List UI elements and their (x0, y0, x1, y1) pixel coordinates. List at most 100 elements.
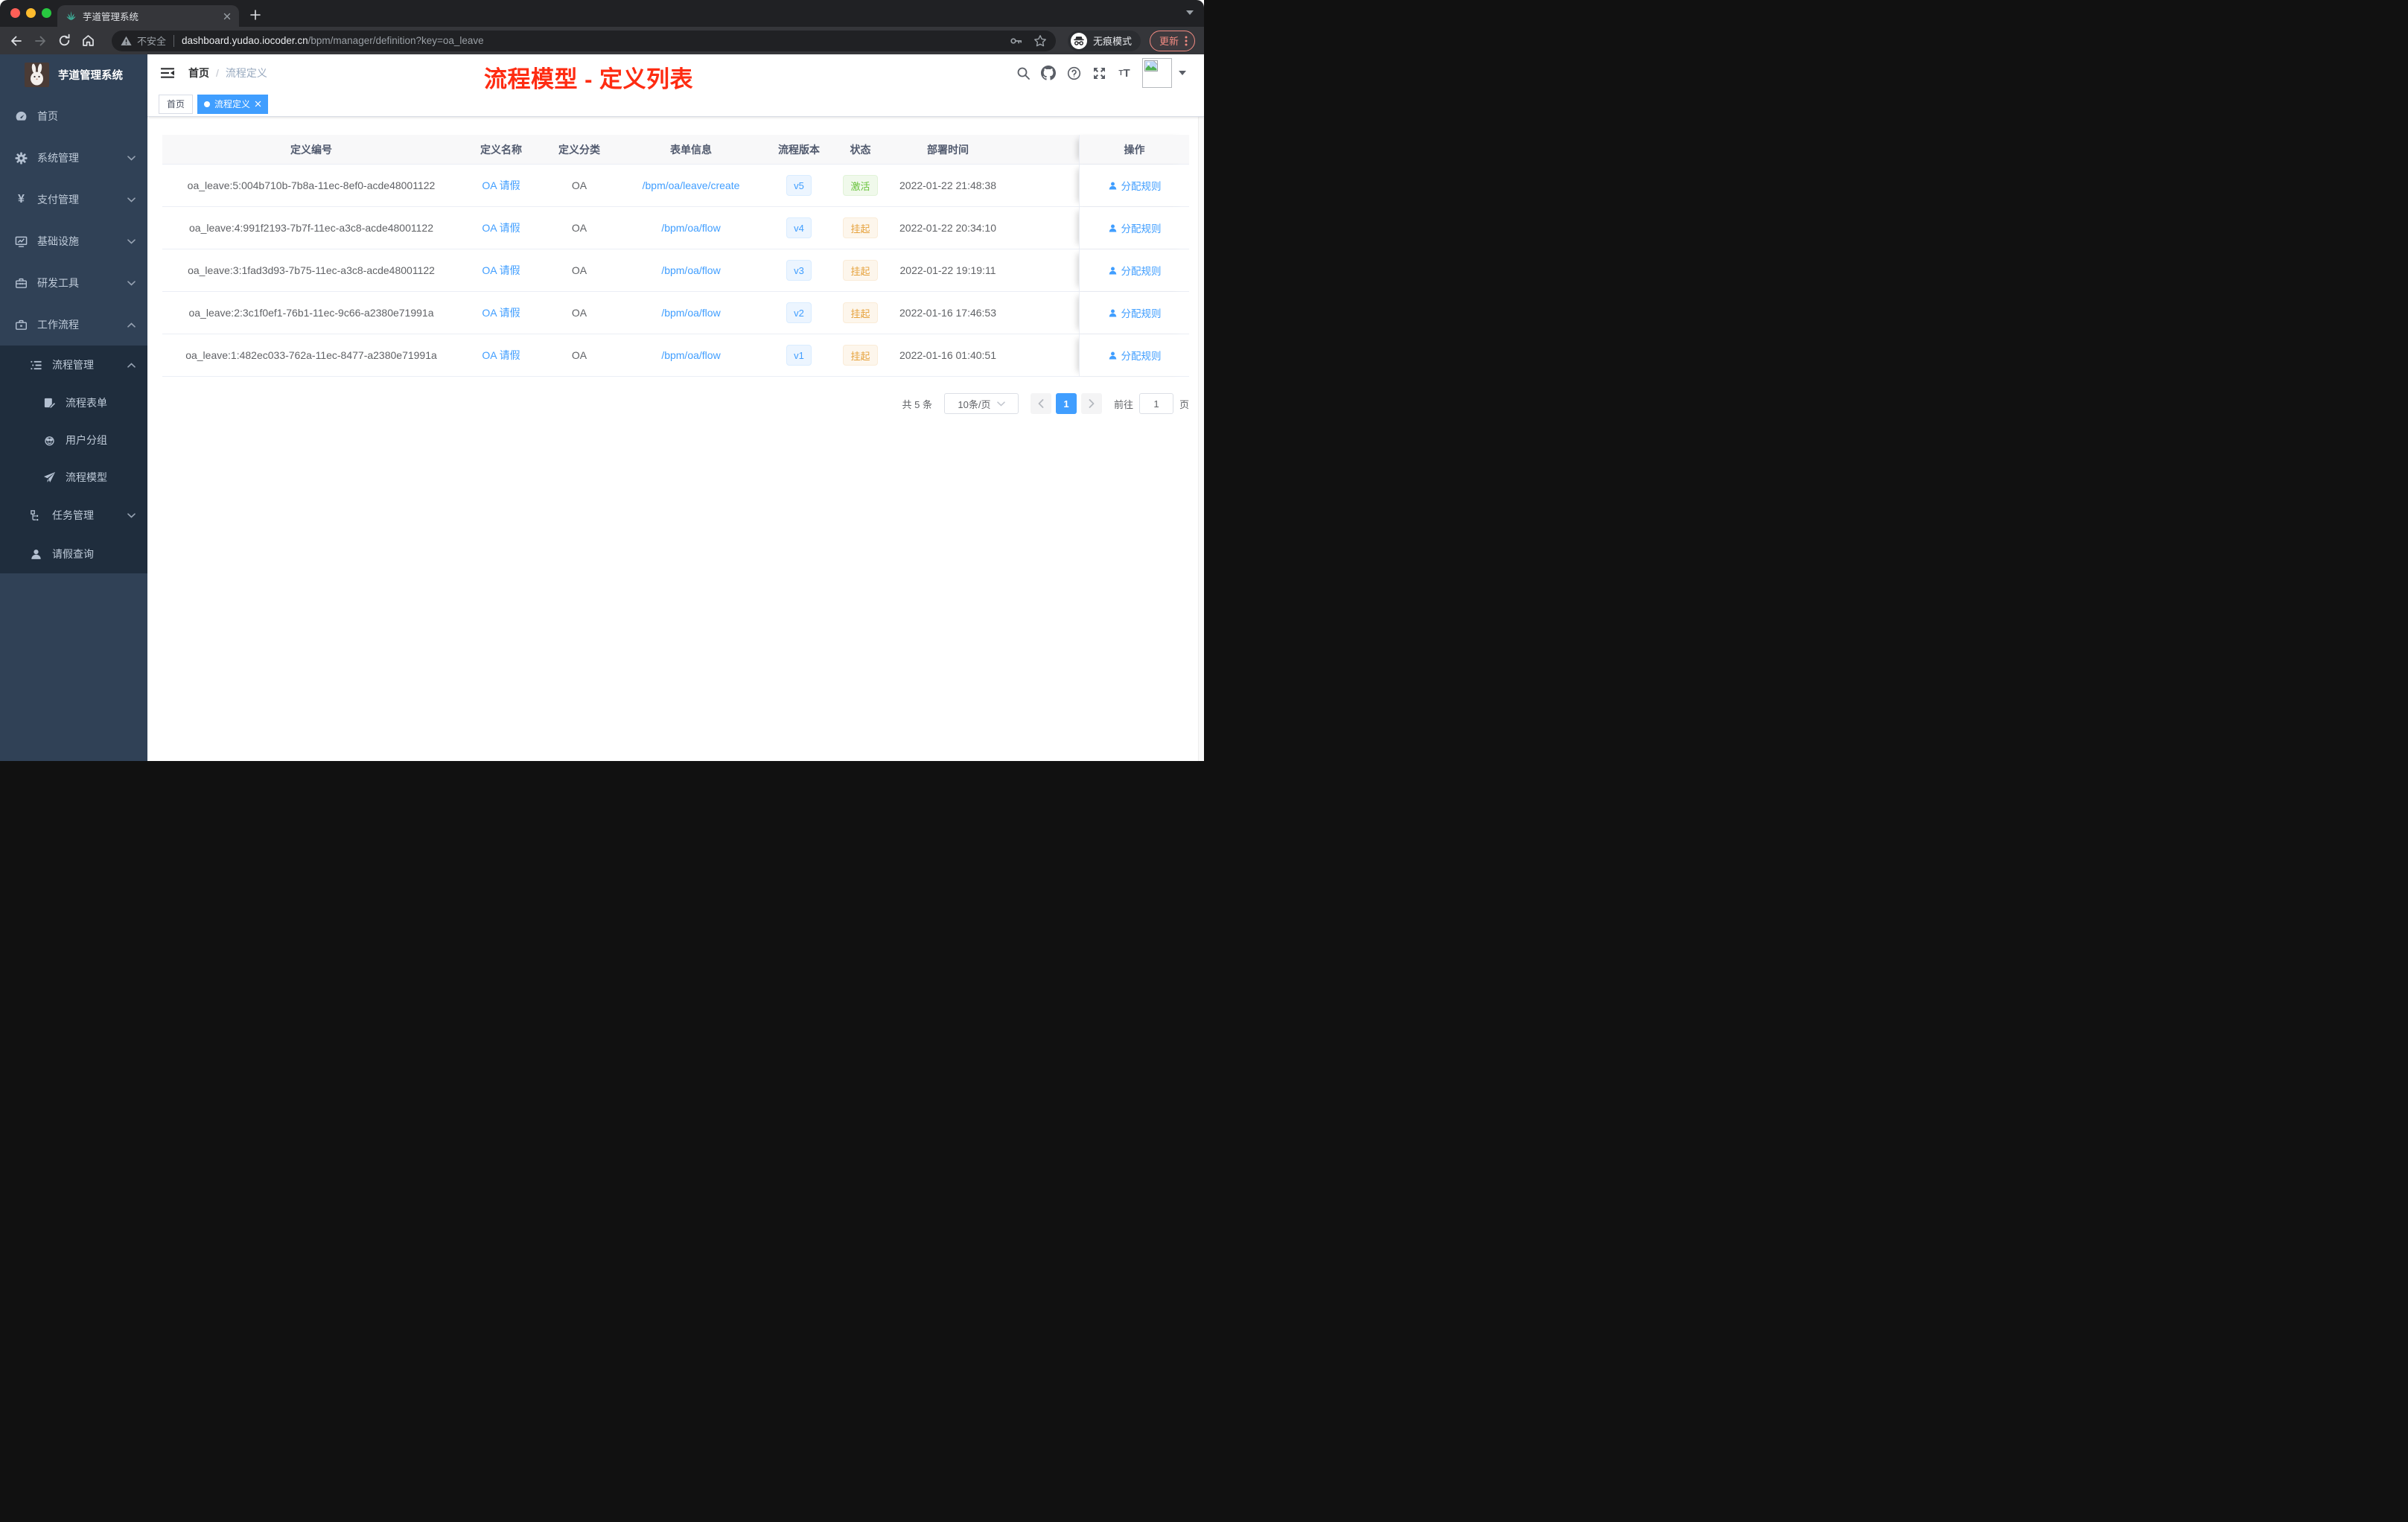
cell-deploy-time: 2022-01-22 21:48:38 (899, 179, 996, 191)
cell-deploy-time: 2022-01-22 20:34:10 (899, 222, 996, 234)
password-key-icon[interactable] (1010, 34, 1023, 48)
cell-deploy-time: 2022-01-16 01:40:51 (899, 349, 996, 361)
sidebar-item-工作流程[interactable]: 工作流程 (0, 304, 147, 346)
assign-rule-button[interactable]: 分配规则 (1108, 348, 1162, 363)
sidebar-item-基础设施[interactable]: 基础设施 (0, 220, 147, 262)
bookmark-star-icon[interactable] (1033, 34, 1047, 48)
not-secure-label[interactable]: 不安全 (137, 34, 166, 48)
sidebar-item-流程模型[interactable]: 流程模型 (0, 459, 147, 496)
forward-button[interactable] (28, 30, 52, 52)
page-scrollbar[interactable] (1198, 54, 1204, 761)
sidebar-collapse-icon[interactable] (159, 64, 176, 82)
tag-home[interactable]: 首页 (159, 94, 194, 114)
assign-rule-button[interactable]: 分配规则 (1108, 263, 1162, 278)
assign-rule-button[interactable]: 分配规则 (1108, 305, 1162, 320)
cell-category: OA (571, 264, 587, 276)
minimize-window-button[interactable] (26, 8, 36, 18)
cell-form-info: /bpm/oa/leave/create (617, 165, 765, 206)
sidebar-item-label: 请假查询 (52, 548, 94, 560)
cell-status: 激活 (832, 165, 888, 206)
maximize-window-button[interactable] (42, 8, 51, 18)
dashboard-icon (15, 109, 28, 123)
definition-name-link[interactable]: OA 请假 (482, 220, 520, 235)
avatar[interactable] (1142, 58, 1172, 88)
form-link[interactable]: /bpm/oa/flow (661, 307, 720, 319)
sidebar-item-label: 流程表单 (66, 397, 107, 409)
version-badge: v5 (786, 175, 812, 196)
definition-name-link[interactable]: OA 请假 (482, 305, 520, 320)
sidebar-item-label: 支付管理 (37, 194, 79, 206)
font-size-icon[interactable]: TT (1117, 67, 1132, 80)
sidebar-item-研发工具[interactable]: 研发工具 (0, 262, 147, 304)
sidebar-item-支付管理[interactable]: ¥ 支付管理 (0, 179, 147, 220)
cell-definition-id: oa_leave:3:1fad3d93-7b75-11ec-a3c8-acde4… (188, 264, 435, 276)
home-button[interactable] (76, 30, 100, 52)
goto-page-input[interactable] (1138, 393, 1173, 414)
sidebar-item-label: 流程模型 (66, 471, 107, 483)
tag-close-icon[interactable] (255, 101, 261, 107)
search-icon[interactable] (1016, 66, 1031, 80)
definition-name-link[interactable]: OA 请假 (482, 178, 520, 193)
tab-close-icon[interactable] (222, 11, 232, 22)
sidebar-item-系统管理[interactable]: 系统管理 (0, 137, 147, 179)
sidebar-item-用户分组[interactable]: 用户分组 (0, 421, 147, 459)
chevron-down-icon (127, 155, 136, 161)
cell-definition-name: OA 请假 (460, 292, 542, 334)
definition-name-link[interactable]: OA 请假 (482, 263, 520, 278)
sidebar-item-label: 工作流程 (37, 319, 79, 331)
breadcrumb: 首页 / 流程定义 (188, 66, 267, 80)
chrome-update-button[interactable]: 更新 (1149, 30, 1195, 51)
assign-rule-button[interactable]: 分配规则 (1108, 220, 1162, 235)
question-icon[interactable] (1066, 66, 1081, 80)
logo-image (25, 63, 49, 87)
table-header-row: 定义编号 定义名称 定义分类 表单信息 流程版本 状态 部署时间 操作 (162, 135, 1189, 165)
browser-tab-strip: 芋道管理系统 (0, 0, 1204, 27)
cell-actions: 分配规则 (1079, 249, 1189, 291)
tab-search-caret-icon[interactable] (1186, 10, 1194, 15)
cell-filler (1007, 165, 1079, 206)
close-window-button[interactable] (10, 8, 20, 18)
assign-rule-button[interactable]: 分配规则 (1108, 178, 1162, 193)
avatar-caret-down-icon[interactable] (1179, 71, 1186, 75)
not-secure-warning-icon[interactable] (121, 36, 132, 46)
new-tab-button[interactable] (246, 5, 265, 25)
definition-name-link[interactable]: OA 请假 (482, 348, 520, 363)
prev-page-button[interactable] (1030, 393, 1051, 414)
page-1-button[interactable]: 1 (1055, 393, 1077, 414)
page-url[interactable]: dashboard.yudao.iocoder.cn/bpm/manager/d… (182, 35, 1002, 46)
address-bar[interactable]: 不安全 dashboard.yudao.iocoder.cn/bpm/manag… (112, 30, 1056, 51)
sidebar-item-流程管理[interactable]: 流程管理 (0, 346, 147, 384)
sidebar-item-首页[interactable]: 首页 (0, 95, 147, 137)
form-link[interactable]: /bpm/oa/flow (661, 222, 720, 234)
github-icon[interactable] (1041, 66, 1056, 80)
sidebar-item-流程表单[interactable]: 流程表单 (0, 384, 147, 421)
page-size-select[interactable]: 10条/页 (943, 393, 1019, 414)
sidebar-item-label: 用户分组 (66, 434, 107, 446)
update-label: 更新 (1159, 36, 1179, 47)
page-content: 定义编号 定义名称 定义分类 表单信息 流程版本 状态 部署时间 操作 oa_leave:5:… (147, 117, 1204, 414)
cell-form-info: /bpm/oa/flow (617, 334, 765, 376)
form-link[interactable]: /bpm/oa/leave/create (643, 179, 740, 191)
cell-filler (1007, 249, 1079, 291)
browser-tab[interactable]: 芋道管理系统 (57, 5, 239, 27)
reload-button[interactable] (52, 30, 76, 52)
status-badge: 挂起 (843, 217, 878, 238)
sidebar-item-label: 任务管理 (52, 509, 94, 521)
sidebar-item-请假查询[interactable]: 请假查询 (0, 535, 147, 573)
column-header: 表单信息 (670, 143, 712, 156)
kebab-menu-icon[interactable] (1185, 36, 1188, 46)
table-row: oa_leave:5:004b710b-7b8a-11ec-8ef0-acde4… (162, 165, 1189, 207)
breadcrumb-home[interactable]: 首页 (188, 66, 209, 80)
sidebar-item-任务管理[interactable]: 任务管理 (0, 496, 147, 535)
app-logo[interactable]: 芋道管理系统 (0, 54, 147, 95)
column-header: 部署时间 (927, 143, 969, 156)
fullscreen-icon[interactable] (1092, 66, 1106, 80)
form-link[interactable]: /bpm/oa/flow (661, 349, 720, 361)
version-badge: v1 (786, 345, 812, 366)
navbar-actions: TT (1005, 58, 1186, 88)
form-link[interactable]: /bpm/oa/flow (661, 264, 720, 276)
back-button[interactable] (4, 30, 28, 52)
tag-current-active[interactable]: 流程定义 (197, 94, 269, 114)
cell-deploy-time: 2022-01-22 19:19:11 (899, 264, 996, 276)
next-page-button[interactable] (1080, 393, 1102, 414)
